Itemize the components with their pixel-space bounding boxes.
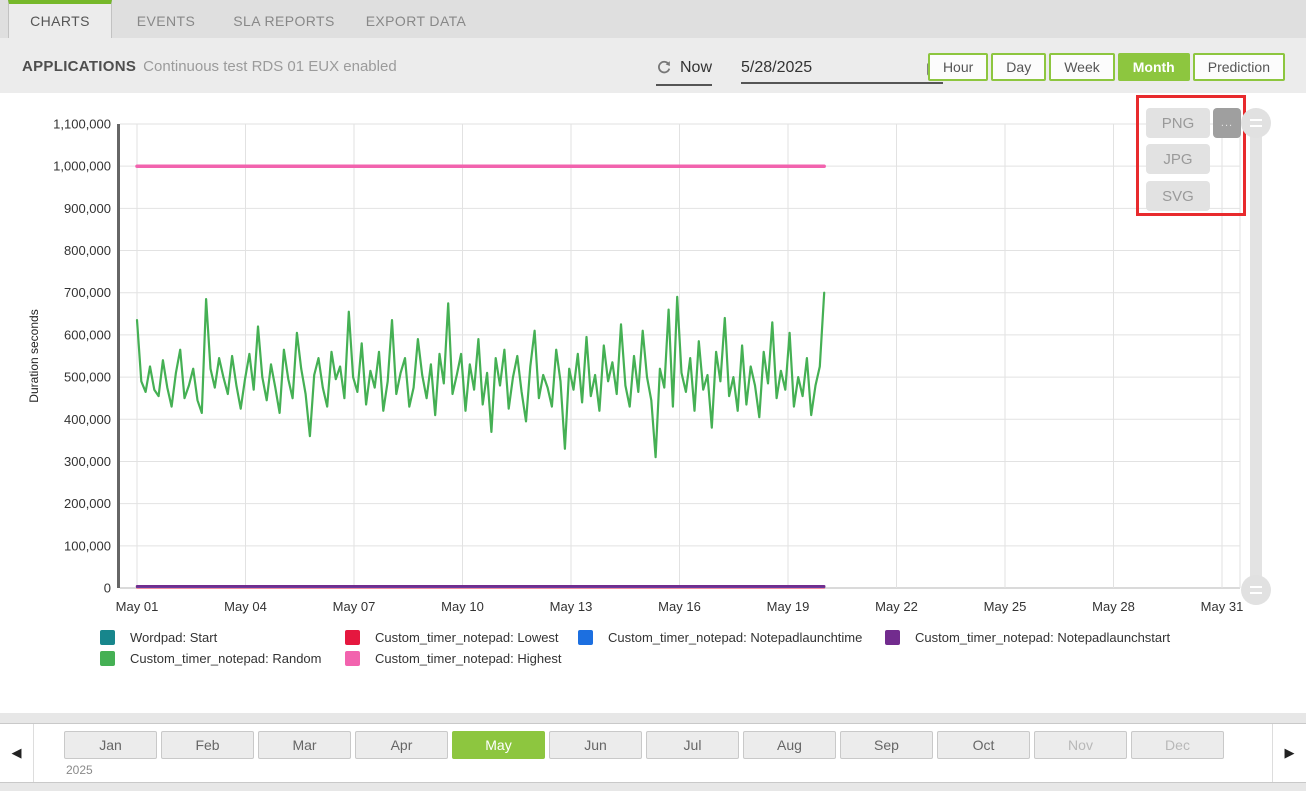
month-timeline-bar: ◀ Jan Feb Mar Apr May Jun Jul Aug Sep Oc… bbox=[0, 723, 1306, 783]
export-menu-button[interactable]: ... bbox=[1213, 108, 1241, 138]
svg-text:0: 0 bbox=[104, 581, 111, 596]
svg-text:100,000: 100,000 bbox=[64, 538, 111, 553]
export-png-button[interactable]: PNG bbox=[1146, 108, 1210, 138]
panel-divider bbox=[0, 713, 1306, 723]
tab-export-data[interactable]: EXPORT DATA bbox=[348, 0, 484, 38]
svg-text:200,000: 200,000 bbox=[64, 496, 111, 511]
svg-text:May 16: May 16 bbox=[658, 599, 701, 614]
tab-charts[interactable]: CHARTS bbox=[8, 0, 112, 38]
svg-text:600,000: 600,000 bbox=[64, 327, 111, 342]
svg-text:May 19: May 19 bbox=[767, 599, 810, 614]
date-picker-field[interactable]: 5/28/2025 bbox=[741, 59, 943, 84]
now-label: Now bbox=[680, 59, 712, 77]
zoom-slider-track[interactable] bbox=[1250, 123, 1262, 605]
chart-panel: 0 100,000 200,000 300,000 400,000 500,000 600,… bbox=[0, 93, 1306, 713]
legend-label: Custom_timer_notepad: Highest bbox=[375, 651, 561, 666]
svg-text:May 22: May 22 bbox=[875, 599, 918, 614]
refresh-icon bbox=[656, 60, 672, 76]
date-value: 5/28/2025 bbox=[741, 59, 812, 77]
legend-label: Custom_timer_notepad: Random bbox=[130, 651, 322, 666]
svg-text:May 01: May 01 bbox=[116, 599, 159, 614]
page-title: APPLICATIONS Continuous test RDS 01 EUX e… bbox=[22, 58, 397, 75]
section-label: APPLICATIONS bbox=[22, 58, 136, 75]
legend-label: Custom_timer_notepad: Lowest bbox=[375, 630, 559, 645]
month-buttons: Jan Feb Mar Apr May Jun Jul Aug Sep Oct … bbox=[64, 731, 1224, 759]
legend-label: Custom_timer_notepad: Notepadlaunchstart bbox=[915, 630, 1170, 645]
svg-text:May 07: May 07 bbox=[333, 599, 376, 614]
export-jpg-button[interactable]: JPG bbox=[1146, 144, 1210, 174]
legend-swatch-green bbox=[100, 651, 115, 666]
legend-item-wordpad-start[interactable]: Wordpad: Start bbox=[100, 627, 345, 648]
export-svg-button[interactable]: SVG bbox=[1146, 181, 1210, 211]
month-mar-button[interactable]: Mar bbox=[258, 731, 351, 759]
legend-item-lowest[interactable]: Custom_timer_notepad: Lowest bbox=[345, 627, 578, 648]
interval-day-button[interactable]: Day bbox=[991, 53, 1046, 81]
legend-label: Custom_timer_notepad: Notepadlaunchtime bbox=[608, 630, 862, 645]
svg-text:May 25: May 25 bbox=[984, 599, 1027, 614]
interval-month-button[interactable]: Month bbox=[1118, 53, 1190, 81]
svg-text:700,000: 700,000 bbox=[64, 285, 111, 300]
interval-button-group: Hour Day Week Month Prediction bbox=[928, 53, 1285, 81]
month-feb-button[interactable]: Feb bbox=[161, 731, 254, 759]
duration-chart[interactable]: 0 100,000 200,000 300,000 400,000 500,000 600,… bbox=[0, 93, 1306, 623]
month-apr-button[interactable]: Apr bbox=[355, 731, 448, 759]
slider-grip-icon bbox=[1250, 586, 1262, 594]
svg-text:May 10: May 10 bbox=[441, 599, 484, 614]
chart-header: APPLICATIONS Continuous test RDS 01 EUX e… bbox=[0, 38, 1306, 93]
legend-item-random[interactable]: Custom_timer_notepad: Random bbox=[100, 648, 345, 669]
legend-swatch-purple bbox=[885, 630, 900, 645]
interval-prediction-button[interactable]: Prediction bbox=[1193, 53, 1285, 81]
month-aug-button[interactable]: Aug bbox=[743, 731, 836, 759]
legend-item-notepadlaunchtime[interactable]: Custom_timer_notepad: Notepadlaunchtime bbox=[578, 627, 885, 648]
svg-text:1,100,000: 1,100,000 bbox=[53, 117, 111, 132]
svg-text:900,000: 900,000 bbox=[64, 201, 111, 216]
month-sep-button[interactable]: Sep bbox=[840, 731, 933, 759]
legend-swatch-teal bbox=[100, 630, 115, 645]
interval-hour-button[interactable]: Hour bbox=[928, 53, 988, 81]
now-button[interactable]: Now bbox=[656, 59, 712, 86]
svg-text:May 04: May 04 bbox=[224, 599, 267, 614]
tab-sla-reports[interactable]: SLA REPORTS bbox=[220, 0, 348, 38]
month-jan-button[interactable]: Jan bbox=[64, 731, 157, 759]
legend-swatch-blue bbox=[578, 630, 593, 645]
month-may-button[interactable]: May bbox=[452, 731, 545, 759]
svg-text:May 13: May 13 bbox=[550, 599, 593, 614]
svg-text:800,000: 800,000 bbox=[64, 243, 111, 258]
tab-bar: CHARTS EVENTS SLA REPORTS EXPORT DATA bbox=[0, 0, 1306, 38]
month-jul-button[interactable]: Jul bbox=[646, 731, 739, 759]
svg-text:1,000,000: 1,000,000 bbox=[53, 159, 111, 174]
legend-swatch-red bbox=[345, 630, 360, 645]
svg-text:May 31: May 31 bbox=[1201, 599, 1244, 614]
svg-text:500,000: 500,000 bbox=[64, 370, 111, 385]
svg-text:400,000: 400,000 bbox=[64, 412, 111, 427]
zoom-slider-handle-bottom[interactable] bbox=[1241, 575, 1271, 605]
timeline-next-button[interactable]: ▶ bbox=[1272, 724, 1306, 782]
svg-text:300,000: 300,000 bbox=[64, 454, 111, 469]
timeline-year-label: 2025 bbox=[66, 763, 93, 777]
legend-label: Wordpad: Start bbox=[130, 630, 217, 645]
month-oct-button[interactable]: Oct bbox=[937, 731, 1030, 759]
month-dec-button: Dec bbox=[1131, 731, 1224, 759]
svg-text:Duration seconds: Duration seconds bbox=[27, 309, 41, 402]
legend-swatch-pink bbox=[345, 651, 360, 666]
svg-text:May 28: May 28 bbox=[1092, 599, 1135, 614]
legend-item-notepadlaunchstart[interactable]: Custom_timer_notepad: Notepadlaunchstart bbox=[885, 627, 1170, 648]
timeline-prev-button[interactable]: ◀ bbox=[0, 724, 34, 782]
slider-grip-icon bbox=[1250, 119, 1262, 127]
tab-events[interactable]: EVENTS bbox=[112, 0, 220, 38]
monitoring-app-window: CHARTS EVENTS SLA REPORTS EXPORT DATA AP… bbox=[0, 0, 1306, 791]
legend-item-highest[interactable]: Custom_timer_notepad: Highest bbox=[345, 648, 578, 669]
month-jun-button[interactable]: Jun bbox=[549, 731, 642, 759]
zoom-slider-handle-top[interactable] bbox=[1241, 108, 1271, 138]
chart-legend: Wordpad: Start Custom_timer_notepad: Low… bbox=[100, 627, 1170, 669]
application-name: Continuous test RDS 01 EUX enabled bbox=[143, 58, 396, 75]
month-nov-button: Nov bbox=[1034, 731, 1127, 759]
interval-week-button[interactable]: Week bbox=[1049, 53, 1115, 81]
